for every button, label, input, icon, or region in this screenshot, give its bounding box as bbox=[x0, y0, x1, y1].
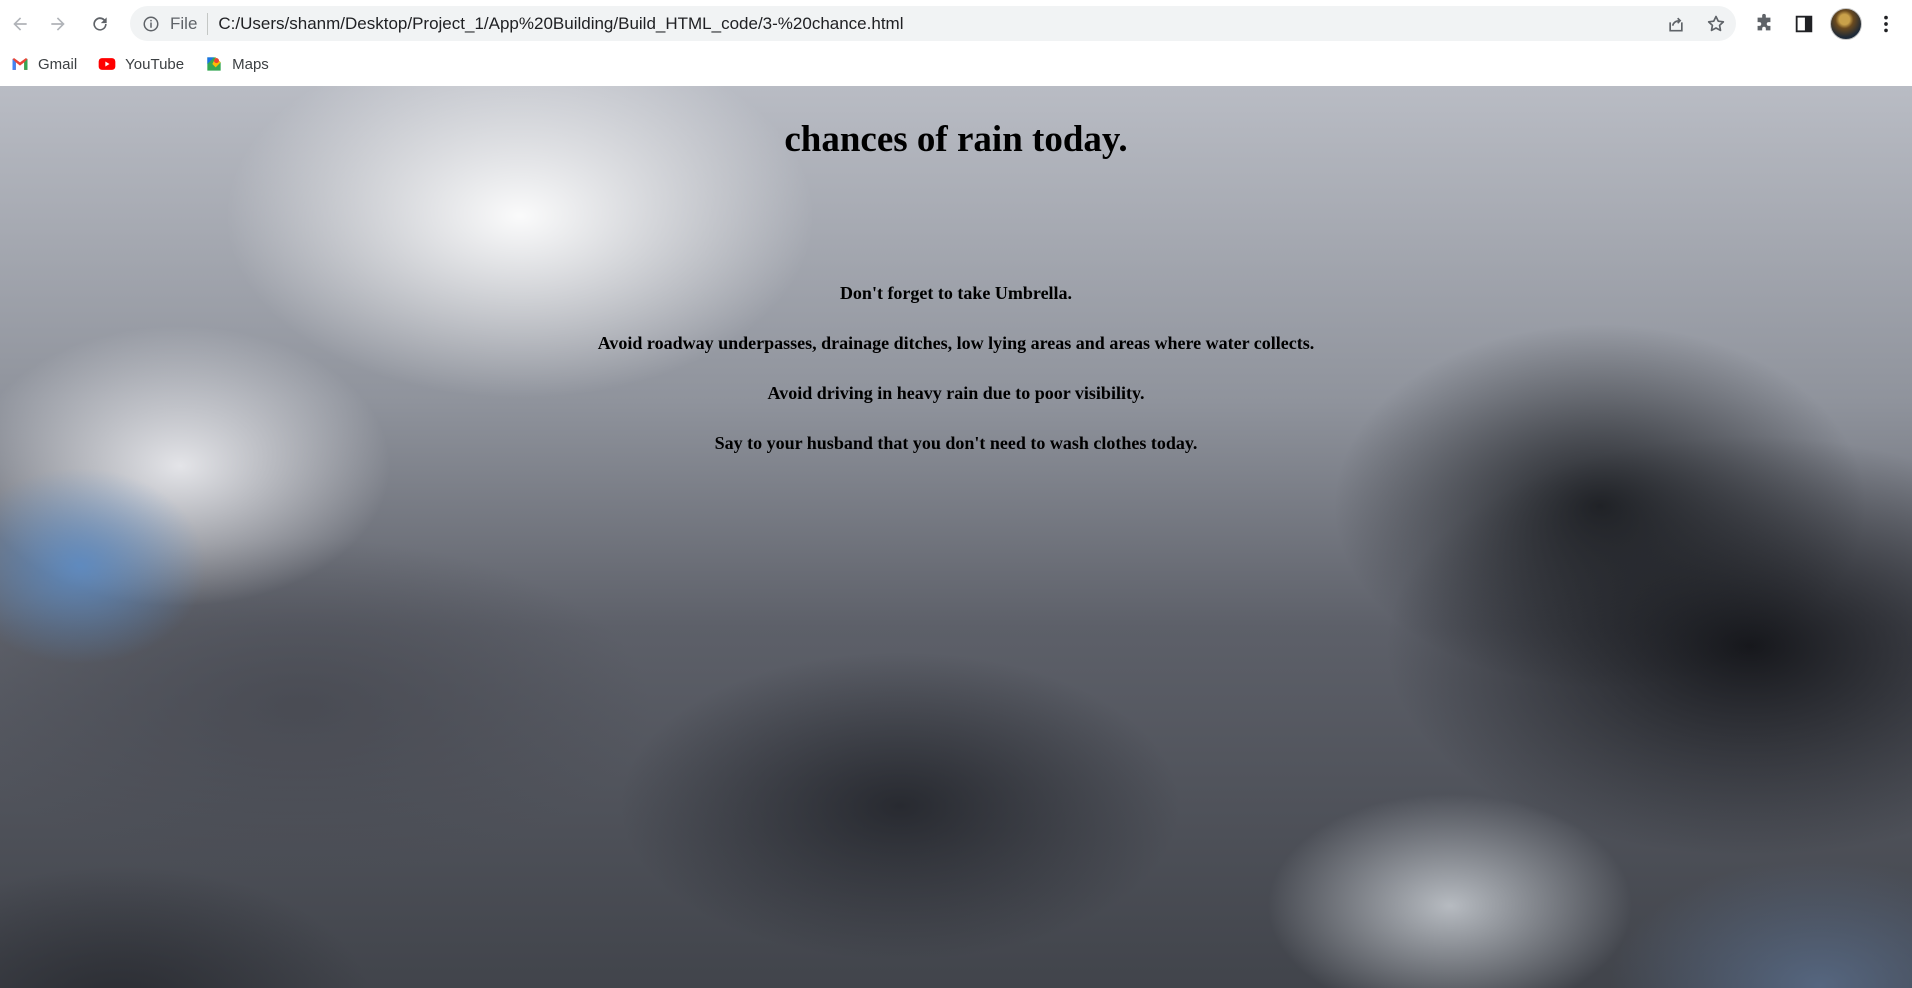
tip-text: Avoid driving in heavy rain due to poor … bbox=[767, 383, 1145, 403]
tip-text: Don't forget to take Umbrella. bbox=[839, 283, 1073, 303]
menu-button[interactable] bbox=[1870, 8, 1902, 40]
extensions-button[interactable] bbox=[1748, 8, 1780, 40]
page-title: chances of rain today. bbox=[784, 119, 1128, 160]
share-icon bbox=[1669, 17, 1683, 31]
reload-button[interactable] bbox=[84, 8, 116, 40]
bookmark-label: Maps bbox=[232, 55, 269, 73]
bookmark-youtube[interactable]: YouTube bbox=[87, 50, 194, 78]
side-panel-icon bbox=[1795, 15, 1813, 33]
info-icon bbox=[143, 16, 159, 31]
bookmark-gmail[interactable]: Gmail bbox=[0, 50, 87, 78]
maps-icon bbox=[207, 57, 221, 71]
url-text[interactable]: C:/Users/shanm/Desktop/Project_1/App%20B… bbox=[218, 14, 1656, 34]
puzzle-icon bbox=[1757, 13, 1771, 31]
bookmark-star-button[interactable] bbox=[1696, 6, 1736, 41]
bookmarks-bar: Gmail YouTube Maps bbox=[0, 50, 1912, 78]
tip-text: Avoid roadway underpasses, drainage ditc… bbox=[597, 333, 1315, 353]
star-icon bbox=[1707, 15, 1725, 31]
browser-toolbar: File C:/Users/shanm/Desktop/Project_1/Ap… bbox=[0, 0, 1912, 46]
bookmark-maps[interactable]: Maps bbox=[194, 50, 279, 78]
rain-tips: Don't forget to take Umbrella. Avoid roa… bbox=[0, 282, 1912, 482]
browser-chrome: File C:/Users/shanm/Desktop/Project_1/Ap… bbox=[0, 0, 1912, 86]
side-panel-button[interactable] bbox=[1788, 8, 1820, 40]
page-viewport: chances of rain today. Don't forget to t… bbox=[0, 86, 1912, 988]
share-button[interactable] bbox=[1656, 6, 1696, 41]
back-button[interactable] bbox=[4, 8, 36, 40]
address-bar[interactable]: File C:/Users/shanm/Desktop/Project_1/Ap… bbox=[130, 6, 1736, 41]
forward-arrow-icon bbox=[51, 17, 65, 31]
forward-button[interactable] bbox=[42, 8, 74, 40]
back-arrow-icon bbox=[13, 17, 27, 31]
tip-text: Say to your husband that you don't need … bbox=[714, 433, 1198, 453]
more-vert-icon bbox=[1884, 15, 1888, 33]
bookmark-label: YouTube bbox=[125, 55, 185, 73]
site-chip-label: File bbox=[170, 13, 198, 33]
bookmark-label: Gmail bbox=[38, 55, 78, 73]
chip-divider bbox=[207, 12, 209, 35]
youtube-icon bbox=[98, 58, 116, 70]
reload-icon bbox=[93, 17, 107, 31]
gmail-icon bbox=[12, 58, 28, 70]
site-info-chip[interactable]: File bbox=[130, 6, 207, 41]
profile-avatar[interactable] bbox=[1830, 8, 1862, 40]
